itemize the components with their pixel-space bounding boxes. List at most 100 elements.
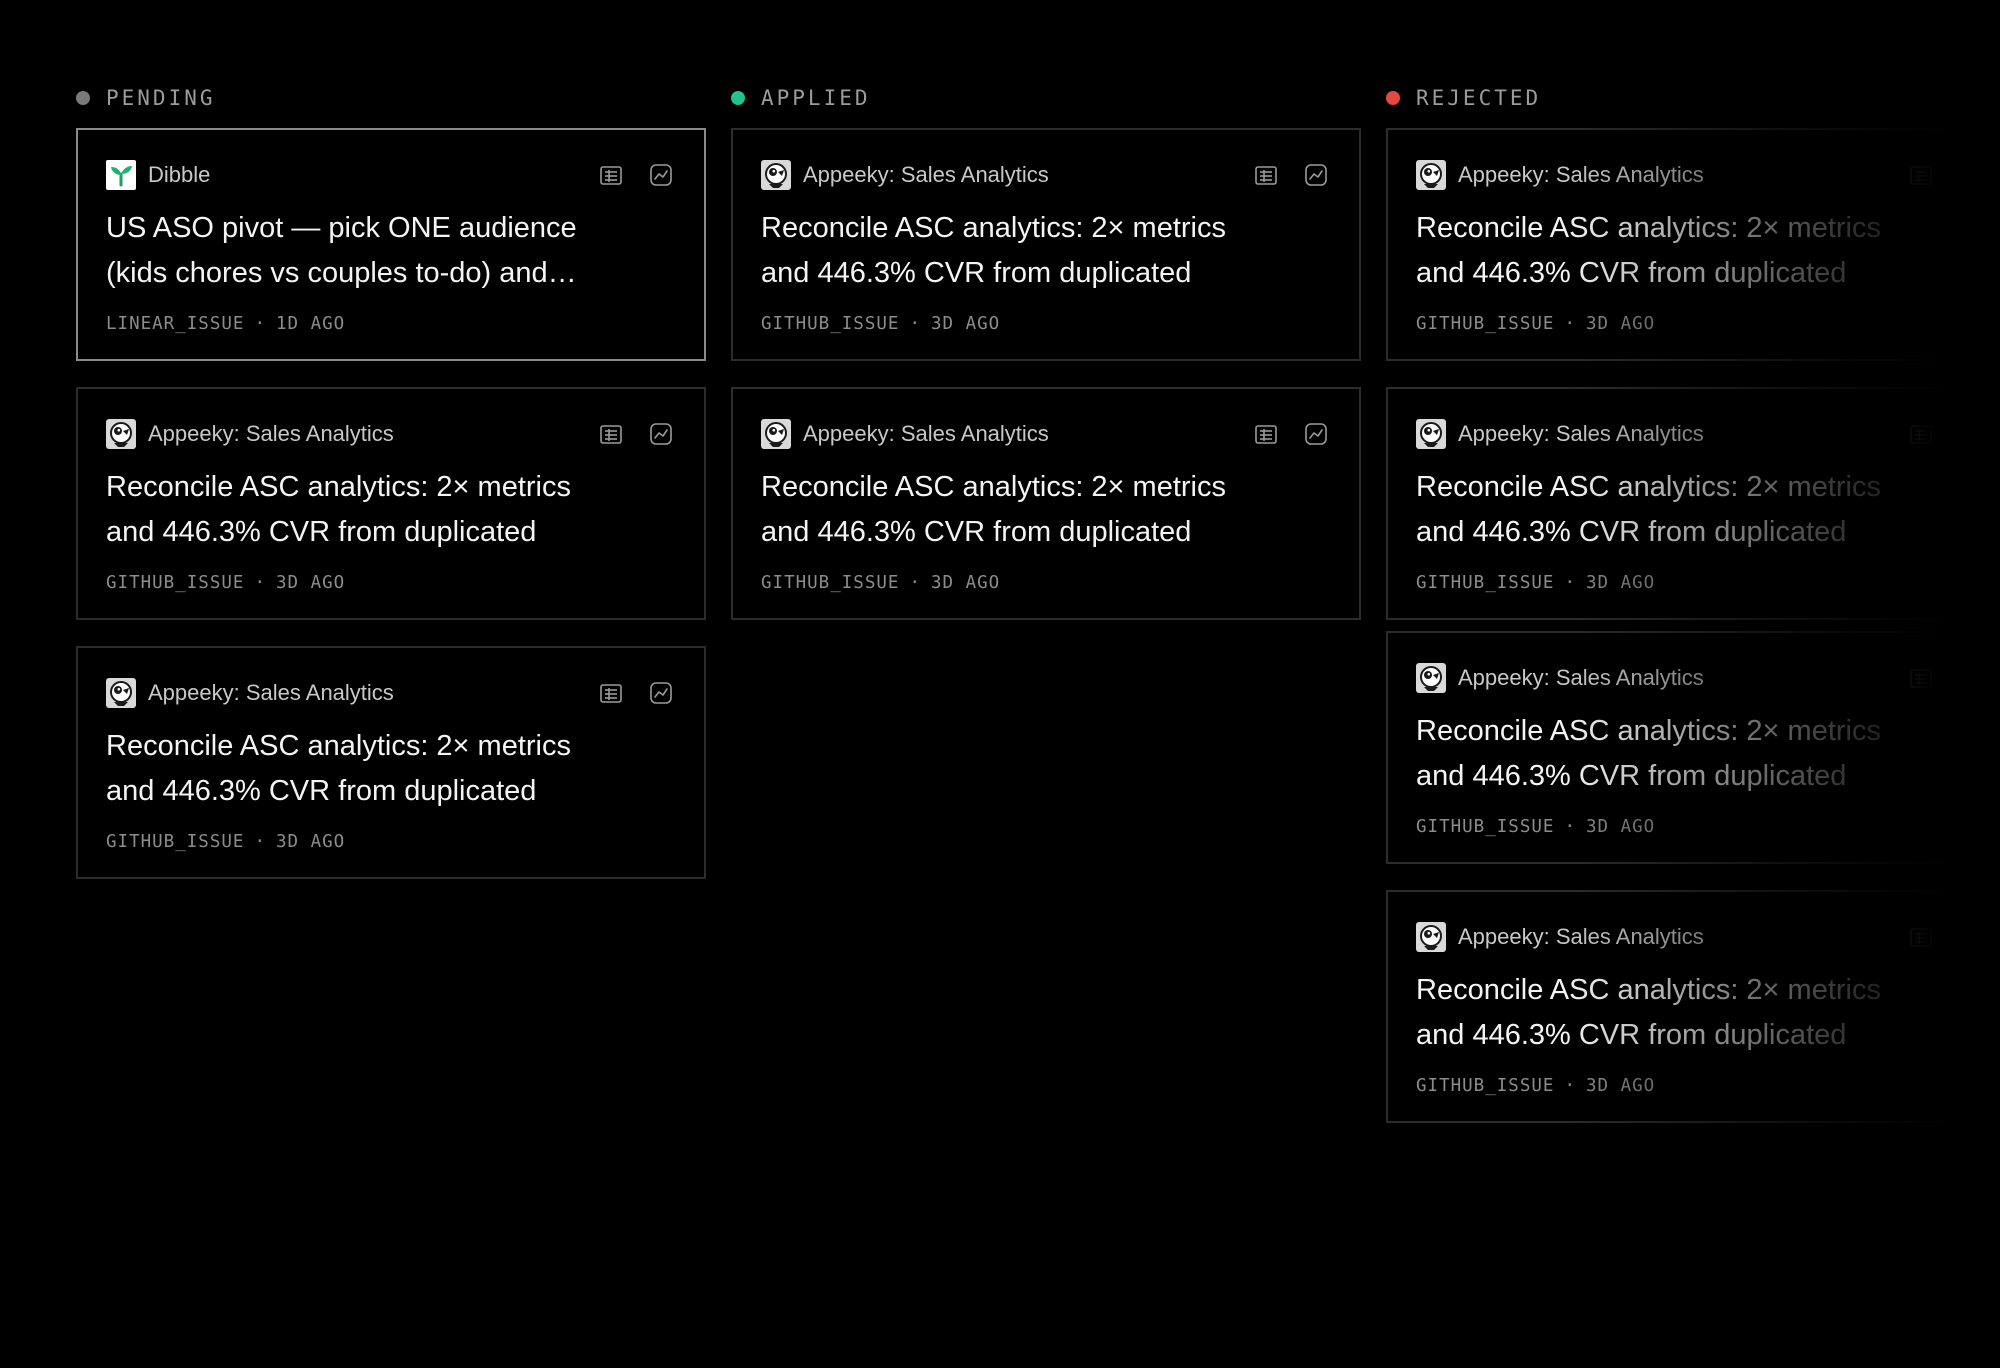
source-name: Appeeky: Sales Analytics [803,421,1049,446]
chart-icon[interactable] [1303,162,1329,188]
chart-icon[interactable] [648,421,674,447]
card-source: Appeeky: Sales Analytics [106,678,394,708]
appeeky-logo [761,160,803,190]
card-meta: GITHUB_ISSUE · 3D AGO [761,314,1000,334]
column-title: APPLIED [761,86,871,110]
meta-separator: · [1564,817,1576,837]
card-actions [1253,421,1329,447]
card-actions [1253,162,1329,188]
source-name: Appeeky: Sales Analytics [1458,162,1704,187]
source-name: Dibble [148,162,211,187]
document-icon[interactable] [1908,162,1934,188]
meta-separator: · [909,573,921,593]
card-title: Reconcile ASC analytics: 2× metrics and … [106,730,571,807]
suggestion-card[interactable]: Appeeky: Sales Analytics Reconcile ASC an… [731,128,1361,361]
issue-age: 1D AGO [275,314,346,334]
issue-age: 3D AGO [1585,1076,1656,1096]
issue-age: 3D AGO [1585,817,1656,837]
issue-type: GITHUB_ISSUE [1416,573,1555,593]
suggestion-card[interactable]: Appeeky: Sales Analytics Reconcile ASC an… [76,646,706,879]
card-title: Reconcile ASC analytics: 2× metrics and … [1416,212,1881,289]
document-icon[interactable] [1253,421,1279,447]
meta-separator: · [254,573,266,593]
meta-separator: · [1564,1076,1576,1096]
issue-age: 3D AGO [275,832,346,852]
chart-icon[interactable] [648,680,674,706]
card-title: Reconcile ASC analytics: 2× metrics and … [761,212,1226,289]
card-source: Appeeky: Sales Analytics [1416,663,1704,693]
issue-type: GITHUB_ISSUE [1416,314,1555,334]
card-actions [598,162,674,188]
card-source: Appeeky: Sales Analytics [761,160,1049,190]
card-source: Appeeky: Sales Analytics [106,419,394,449]
card-actions [598,421,674,447]
suggestion-card[interactable]: Appeeky: Sales Analytics Reconcile ASC an… [1386,128,2000,361]
suggestion-card[interactable]: Dibble US ASO pivot — pick ONE audience (… [76,128,706,361]
card-actions [1908,924,1984,950]
meta-separator: · [254,314,266,334]
card-source: Appeeky: Sales Analytics [761,419,1049,449]
source-name: Appeeky: Sales Analytics [803,162,1049,187]
card-meta: GITHUB_ISSUE · 3D AGO [1416,1076,1655,1096]
card-meta: GITHUB_ISSUE · 3D AGO [106,832,345,852]
card-meta: GITHUB_ISSUE · 3D AGO [1416,314,1655,334]
suggestion-card[interactable]: Appeeky: Sales Analytics Reconcile ASC an… [1386,631,2000,864]
status-dot-pending [76,91,90,105]
column-header-pending: PENDING [76,84,216,112]
sprout-logo [106,160,148,190]
issue-type: GITHUB_ISSUE [106,832,245,852]
card-source: Appeeky: Sales Analytics [1416,160,1704,190]
document-icon[interactable] [1908,421,1934,447]
appeeky-logo [106,678,148,708]
chart-icon[interactable] [1958,421,1984,447]
suggestion-card[interactable]: Appeeky: Sales Analytics Reconcile ASC an… [1386,890,2000,1123]
card-actions [1908,421,1984,447]
source-name: Appeeky: Sales Analytics [148,421,394,446]
card-source: Appeeky: Sales Analytics [1416,419,1704,449]
meta-separator: · [254,832,266,852]
document-icon[interactable] [1908,924,1934,950]
source-name: Appeeky: Sales Analytics [1458,924,1704,949]
meta-separator: · [909,314,921,334]
chart-icon[interactable] [1303,421,1329,447]
kanban-board: PENDING Dibble US ASO pivot — pick ONE au… [76,0,2000,1368]
card-title: Reconcile ASC analytics: 2× metrics and … [106,471,571,548]
document-icon[interactable] [598,162,624,188]
card-meta: GITHUB_ISSUE · 3D AGO [761,573,1000,593]
card-meta: LINEAR_ISSUE · 1D AGO [106,314,345,334]
card-title: Reconcile ASC analytics: 2× metrics and … [761,471,1226,548]
issue-type: GITHUB_ISSUE [1416,817,1555,837]
card-title: Reconcile ASC analytics: 2× metrics and … [1416,471,1881,548]
chart-icon[interactable] [1958,924,1984,950]
card-meta: GITHUB_ISSUE · 3D AGO [106,573,345,593]
card-meta: GITHUB_ISSUE · 3D AGO [1416,817,1655,837]
column-header-rejected: REJECTED [1386,84,1541,112]
issue-age: 3D AGO [275,573,346,593]
card-actions [598,680,674,706]
status-dot-applied [731,91,745,105]
issue-age: 3D AGO [930,314,1001,334]
card-title: Reconcile ASC analytics: 2× metrics and … [1416,715,1881,792]
meta-separator: · [1564,573,1576,593]
document-icon[interactable] [1253,162,1279,188]
chart-icon[interactable] [1958,162,1984,188]
chart-icon[interactable] [648,162,674,188]
document-icon[interactable] [1908,665,1934,691]
chart-icon[interactable] [1958,665,1984,691]
source-name: Appeeky: Sales Analytics [148,680,394,705]
card-meta: GITHUB_ISSUE · 3D AGO [1416,573,1655,593]
card-title: US ASO pivot — pick ONE audience (kids c… [106,212,577,289]
suggestion-card[interactable]: Appeeky: Sales Analytics Reconcile ASC an… [731,387,1361,620]
document-icon[interactable] [598,680,624,706]
suggestion-card[interactable]: Appeeky: Sales Analytics Reconcile ASC an… [76,387,706,620]
column-header-applied: APPLIED [731,84,871,112]
suggestion-card[interactable]: Appeeky: Sales Analytics Reconcile ASC an… [1386,387,2000,620]
issue-age: 3D AGO [1585,573,1656,593]
issue-age: 3D AGO [930,573,1001,593]
document-icon[interactable] [598,421,624,447]
status-dot-rejected [1386,91,1400,105]
column-title: PENDING [106,86,216,110]
card-source: Dibble [106,160,210,190]
meta-separator: · [1564,314,1576,334]
issue-type: GITHUB_ISSUE [761,314,900,334]
